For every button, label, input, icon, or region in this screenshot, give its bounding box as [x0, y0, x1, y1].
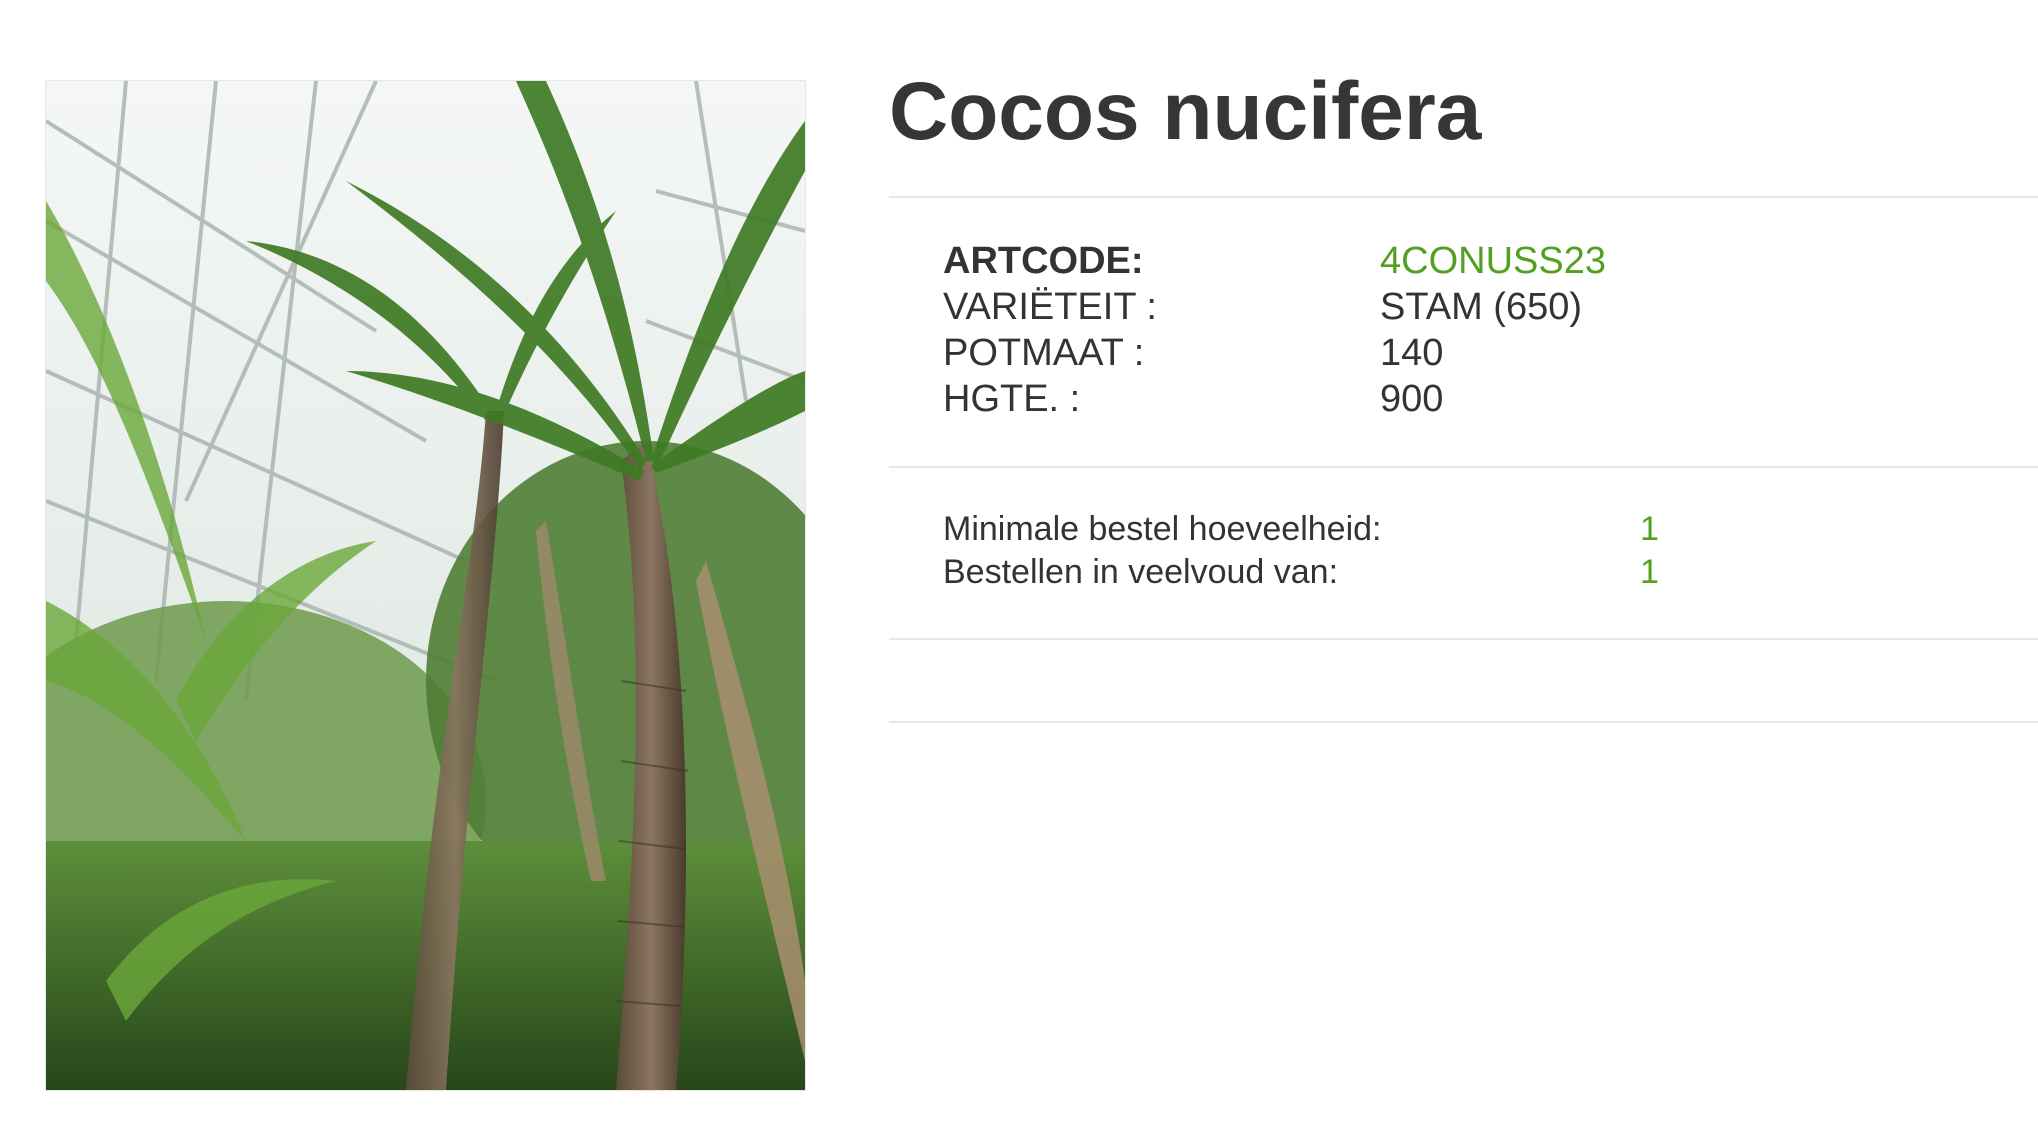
divider — [889, 638, 2038, 640]
product-photo — [45, 80, 806, 1091]
spec-value: 4CONUSS23 — [1380, 240, 1606, 282]
spec-value: 900 — [1380, 378, 1444, 420]
spec-label: POTMAAT : — [943, 332, 1145, 374]
order-value: 1 — [1640, 553, 1659, 591]
spec-row-potsize: POTMAAT : 140 — [943, 330, 1703, 376]
divider — [889, 196, 2038, 198]
ordering-table: Minimale bestel hoeveelheid: 1 Bestellen… — [943, 508, 1843, 594]
order-row-minimum: Minimale bestel hoeveelheid: 1 — [943, 508, 1843, 551]
spec-row-height: HGTE. : 900 — [943, 376, 1703, 422]
spec-label: HGTE. : — [943, 378, 1081, 420]
spec-label: VARIËTEIT : — [943, 286, 1157, 328]
order-value: 1 — [1640, 510, 1659, 548]
spec-row-variety: VARIËTEIT : STAM (650) — [943, 284, 1703, 330]
spec-table: ARTCODE: 4CONUSS23 VARIËTEIT : STAM (650… — [943, 238, 1703, 422]
divider — [889, 466, 2038, 468]
product-title: Cocos nucifera — [889, 66, 1482, 157]
order-label: Bestellen in veelvoud van: — [943, 553, 1339, 591]
divider — [889, 721, 2038, 723]
palm-greenhouse-image — [46, 81, 805, 1090]
spec-value: STAM (650) — [1380, 286, 1583, 328]
order-row-multiple: Bestellen in veelvoud van: 1 — [943, 551, 1843, 594]
spec-value: 140 — [1380, 332, 1444, 374]
order-label: Minimale bestel hoeveelheid: — [943, 510, 1382, 548]
spec-row-artcode: ARTCODE: 4CONUSS23 — [943, 238, 1703, 284]
spec-label: ARTCODE: — [943, 240, 1144, 282]
